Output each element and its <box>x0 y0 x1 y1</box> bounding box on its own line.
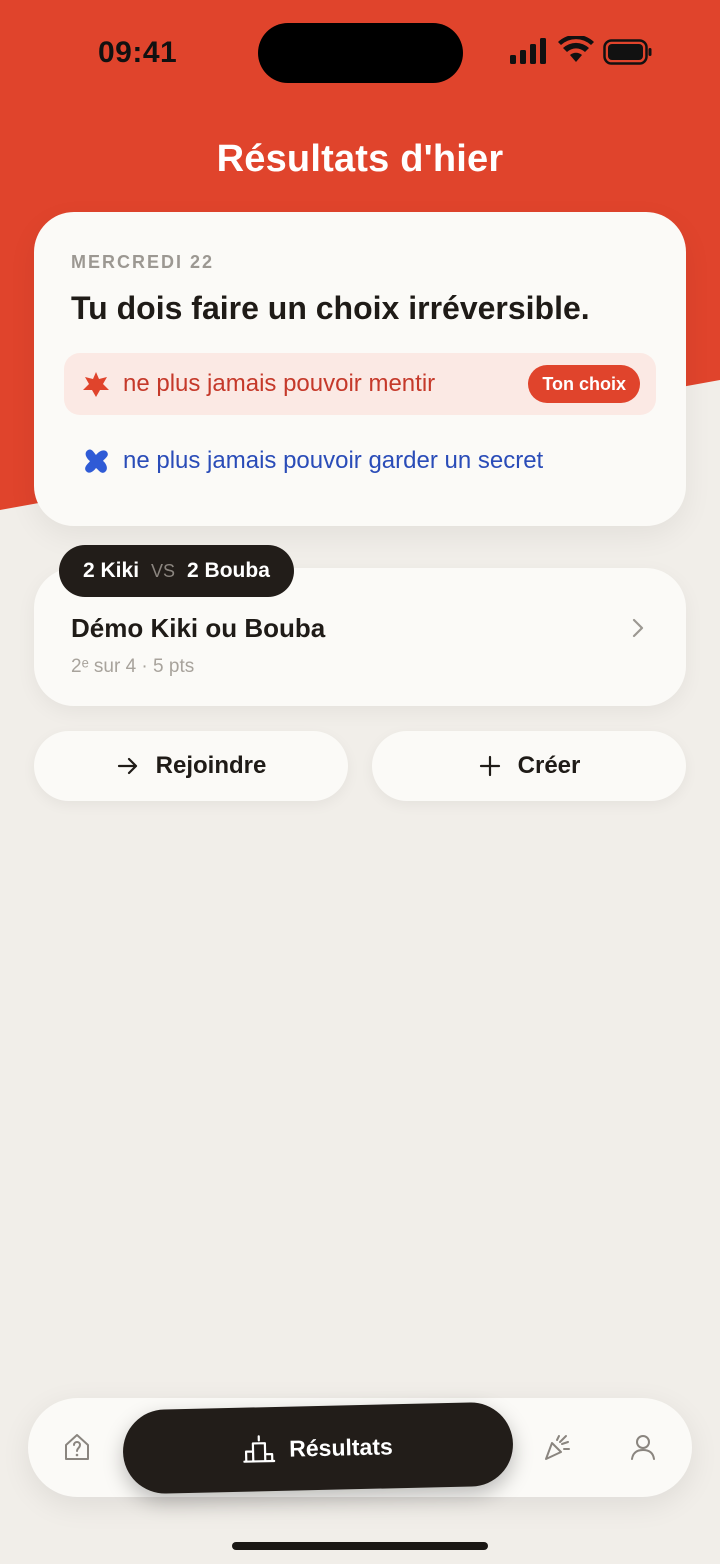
tab-results[interactable]: Résultats <box>122 1401 514 1495</box>
option-chosen[interactable]: ne plus jamais pouvoir mentir Ton choix <box>64 353 656 415</box>
signal-icon <box>510 38 546 64</box>
party-popper-icon[interactable] <box>542 1432 572 1462</box>
page-title: Résultats d'hier <box>216 138 504 180</box>
score-pill: 2 Kiki VS 2 Bouba <box>59 545 294 597</box>
plus-icon <box>479 755 500 777</box>
score-right: 2 Bouba <box>187 559 270 582</box>
person-icon[interactable] <box>628 1432 658 1462</box>
score-left: 2 Kiki <box>83 559 140 582</box>
question-text: Tu dois faire un choix irréversible. <box>71 290 590 326</box>
create-label: Créer <box>517 752 581 779</box>
question-card: MERCREDI 22 Tu dois faire un choix irrév… <box>34 212 686 526</box>
create-button[interactable]: Créer <box>372 731 686 801</box>
option-other[interactable]: ne plus jamais pouvoir garder un secret <box>64 430 656 492</box>
status-time: 09:41 <box>98 36 178 69</box>
podium-icon <box>243 1435 276 1463</box>
dynamic-island <box>258 23 463 83</box>
red-star-icon <box>83 372 109 397</box>
option-label: ne plus jamais pouvoir garder un secret <box>123 447 544 474</box>
join-label: Rejoindre <box>155 752 267 779</box>
blue-blob-icon <box>85 449 108 473</box>
home-indicator <box>232 1542 488 1550</box>
arrow-right-icon <box>117 757 137 775</box>
group-name: Démo Kiki ou Bouba <box>71 613 326 643</box>
group-rank: 2ᵉ sur 4 · 5 pts <box>71 656 195 677</box>
tab-results-label: Résultats <box>288 1432 394 1462</box>
your-choice-badge: Ton choix <box>528 365 640 403</box>
question-house-icon[interactable] <box>62 1432 92 1462</box>
chevron-right-icon <box>632 618 644 638</box>
option-label: ne plus jamais pouvoir mentir <box>123 370 436 397</box>
question-date: MERCREDI 22 <box>71 252 215 272</box>
battery-icon <box>603 39 652 65</box>
wifi-icon <box>558 36 594 62</box>
vs-label: VS <box>151 560 176 581</box>
join-button[interactable]: Rejoindre <box>34 731 348 801</box>
